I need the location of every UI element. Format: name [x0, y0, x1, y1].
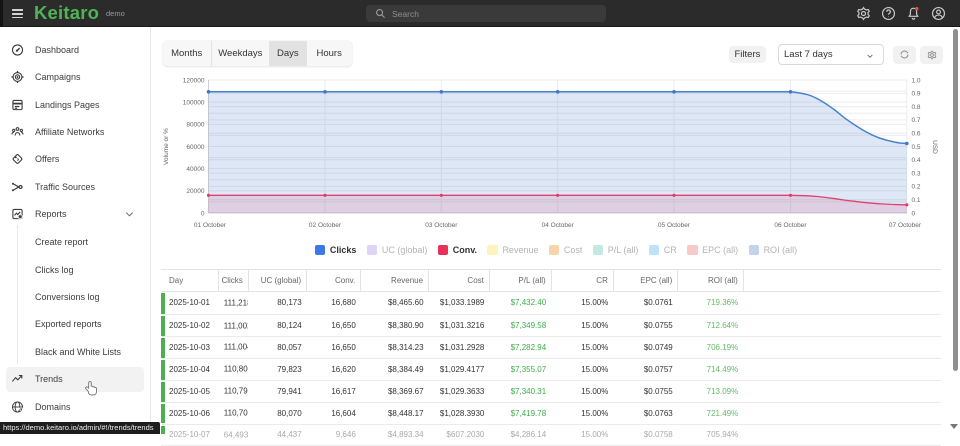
svg-text:05 October: 05 October — [658, 222, 691, 229]
svg-text:0.9: 0.9 — [912, 91, 921, 98]
svg-text:07 October: 07 October — [889, 222, 922, 229]
svg-text:40000: 40000 — [186, 166, 204, 173]
svg-text:60000: 60000 — [186, 144, 204, 151]
svg-text:USD: USD — [931, 140, 938, 154]
svg-text:20000: 20000 — [186, 188, 204, 195]
svg-text:03 October: 03 October — [425, 222, 458, 229]
svg-text:120000: 120000 — [183, 77, 205, 84]
svg-text:06 October: 06 October — [774, 222, 807, 229]
svg-text:0: 0 — [912, 210, 916, 217]
svg-text:100000: 100000 — [183, 99, 205, 106]
svg-text:0.8: 0.8 — [912, 104, 921, 111]
svg-text:1.0: 1.0 — [912, 77, 921, 84]
svg-text:0.7: 0.7 — [912, 117, 921, 124]
svg-text:04 October: 04 October — [542, 222, 575, 229]
svg-text:0.3: 0.3 — [912, 170, 921, 177]
svg-text:80000: 80000 — [186, 122, 204, 129]
svg-text:0.2: 0.2 — [912, 184, 921, 191]
svg-text:0.5: 0.5 — [912, 144, 921, 151]
svg-text:0.1: 0.1 — [912, 197, 921, 204]
svg-text:0.4: 0.4 — [912, 157, 921, 164]
svg-text:02 October: 02 October — [309, 222, 342, 229]
svg-text:0: 0 — [201, 210, 205, 217]
svg-text:01 October: 01 October — [194, 222, 227, 229]
svg-text:0.6: 0.6 — [912, 131, 921, 138]
svg-text:Volume or %: Volume or % — [163, 128, 170, 165]
